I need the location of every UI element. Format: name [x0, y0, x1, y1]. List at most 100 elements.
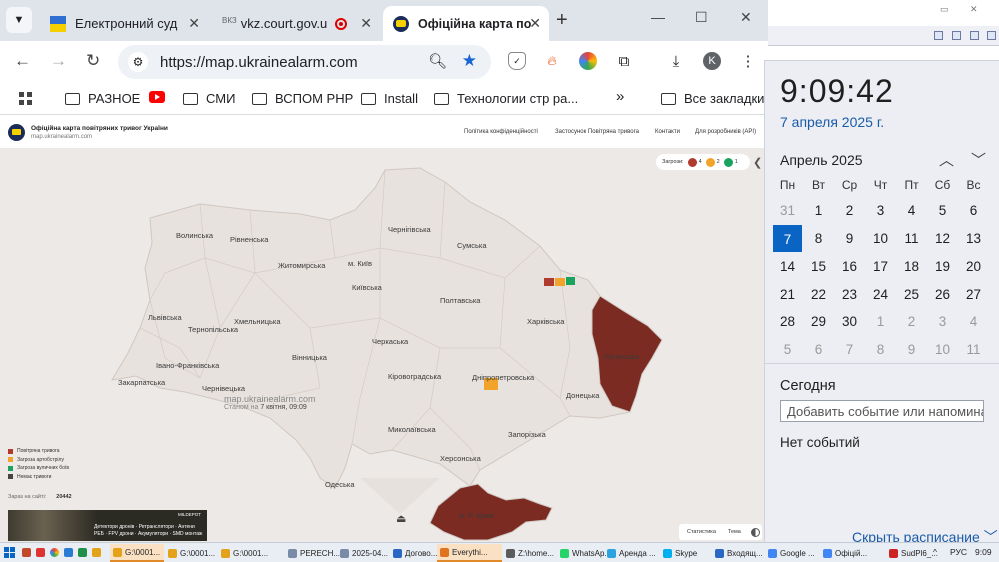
folder-pinned-icon[interactable]: [92, 548, 101, 557]
calendar-day[interactable]: 13: [958, 231, 989, 246]
taskbar-button[interactable]: PERECH...: [285, 544, 340, 562]
tab-search-button[interactable]: ▼: [6, 7, 32, 33]
region-label[interactable]: Дніпропетровська: [472, 373, 535, 382]
tab-close-icon[interactable]: ✕: [188, 15, 200, 32]
view-icon[interactable]: [987, 31, 996, 40]
bg-minimize-icon[interactable]: ▭: [940, 4, 949, 15]
region-label[interactable]: Київська: [352, 283, 383, 292]
reload-icon[interactable]: ↻: [86, 51, 100, 71]
taskbar-button[interactable]: Аренда ...: [604, 544, 659, 562]
region-label[interactable]: Чернігівська: [388, 225, 432, 234]
downloads-icon[interactable]: ⤓: [667, 52, 685, 70]
chevron-down-icon[interactable]: ﹀: [971, 149, 986, 170]
more-bookmarks-chevron[interactable]: »: [616, 88, 624, 105]
new-tab-button[interactable]: +: [556, 9, 568, 32]
site-info-icon[interactable]: ⚙: [128, 52, 148, 72]
calendar-day[interactable]: 2: [834, 203, 865, 218]
view-icon[interactable]: [952, 31, 961, 40]
language-indicator[interactable]: РУС: [950, 547, 967, 557]
calendar-day-other-month[interactable]: 2: [896, 314, 927, 329]
calendar-day-other-month[interactable]: 31: [772, 203, 803, 218]
calendar-day-other-month[interactable]: 7: [834, 342, 865, 357]
chevron-up-icon[interactable]: ︿: [939, 149, 954, 170]
taskbar-button[interactable]: 2025-04...: [337, 544, 389, 562]
fighting-marker-kharkiv[interactable]: [566, 277, 575, 285]
calendar-day-other-month[interactable]: 11: [958, 342, 989, 357]
threats-summary[interactable]: Загрози: 4 2 1: [656, 154, 750, 170]
profile-avatar[interactable]: K: [703, 52, 721, 70]
region-label[interactable]: Херсонська: [440, 454, 482, 463]
taskbar-clock[interactable]: 9:09: [975, 547, 992, 557]
region-label[interactable]: Житомирська: [278, 261, 326, 270]
calendar-day[interactable]: 23: [834, 287, 865, 302]
calendar-day-other-month[interactable]: 9: [896, 342, 927, 357]
calendar-day[interactable]: 14: [772, 259, 803, 274]
region-label[interactable]: Львівська: [148, 313, 182, 322]
calendar-day[interactable]: 30: [834, 314, 865, 329]
url-text[interactable]: https://map.ukrainealarm.com: [160, 54, 358, 71]
calendar-day-today[interactable]: 7: [775, 227, 800, 252]
tab-close-icon[interactable]: ✕: [529, 15, 541, 32]
region-label[interactable]: Рівненська: [230, 235, 269, 244]
calendar-day[interactable]: 6: [958, 203, 989, 218]
nav-privacy-link[interactable]: Політика конфіденційності: [464, 129, 538, 135]
calendar-day[interactable]: 16: [834, 259, 865, 274]
pinned-app-icon[interactable]: [22, 548, 31, 557]
taskbar-button[interactable]: Офіцій...: [820, 544, 880, 562]
calendar-day[interactable]: 21: [772, 287, 803, 302]
panel-collapse-icon[interactable]: ❮: [753, 156, 762, 169]
bookmark-folder-vspom[interactable]: ВСПОМ РНР: [252, 91, 353, 106]
bookmark-folder-install[interactable]: Install: [361, 91, 418, 106]
taskbar-button[interactable]: Google ...: [765, 544, 819, 562]
calendar-day[interactable]: 27: [958, 287, 989, 302]
bg-close-icon[interactable]: ✕: [970, 4, 978, 15]
calendar-day[interactable]: 20: [958, 259, 989, 274]
stats-link[interactable]: Статистика: [687, 529, 716, 535]
pinned-app-icon[interactable]: [78, 548, 87, 557]
theme-toggle-icon[interactable]: [750, 527, 760, 537]
taskbar-button[interactable]: G:\0001...: [165, 544, 217, 562]
tab-alarm-map[interactable]: Офіційна карта по ✕: [383, 6, 549, 41]
ad-banner[interactable]: MILDEPOT Детектори дронів · Ретранслятор…: [8, 510, 207, 541]
shelling-marker-kharkiv[interactable]: [555, 278, 565, 286]
calendar-day[interactable]: 8: [803, 231, 834, 246]
close-window-button[interactable]: ✕: [740, 9, 752, 26]
calendar-day[interactable]: 12: [927, 231, 958, 246]
region-label[interactable]: Вінницька: [292, 353, 328, 362]
calendar-day[interactable]: 4: [896, 203, 927, 218]
calendar-day[interactable]: 29: [803, 314, 834, 329]
region-label[interactable]: Луганська: [604, 352, 640, 361]
calendar-day[interactable]: 25: [896, 287, 927, 302]
extensions-puzzle-icon[interactable]: ⧉: [615, 52, 633, 70]
bookmark-folder-smi[interactable]: СМИ: [183, 91, 235, 106]
site-logo[interactable]: [8, 124, 25, 141]
tab-electronic-court[interactable]: Електронний суд ✕: [40, 6, 208, 41]
alarm-marker-kharkiv[interactable]: [544, 278, 554, 286]
region-label[interactable]: Хмельницька: [234, 317, 281, 326]
calendar-day[interactable]: 28: [772, 314, 803, 329]
add-event-input[interactable]: Добавить событие или напомина: [780, 400, 984, 422]
calendar-day[interactable]: 18: [896, 259, 927, 274]
taskbar-button[interactable]: G:\0001...: [110, 544, 164, 562]
region-label[interactable]: Полтавська: [440, 296, 481, 305]
shield-extension-icon[interactable]: ✓: [508, 52, 526, 70]
region-label[interactable]: Тернопільська: [188, 325, 239, 334]
youtube-bookmark[interactable]: [149, 91, 165, 103]
taskbar-button[interactable]: Everythi...: [437, 544, 502, 562]
nav-contacts-link[interactable]: Контакти: [655, 129, 680, 135]
minimize-button[interactable]: —: [651, 9, 665, 25]
region-label[interactable]: Івано-Франківська: [156, 361, 220, 370]
bookmark-star-icon[interactable]: ★: [462, 51, 477, 71]
calendar-day-other-month[interactable]: 1: [865, 314, 896, 329]
calendar-day-other-month[interactable]: 8: [865, 342, 896, 357]
region-label[interactable]: Волинська: [176, 231, 214, 240]
tab-close-icon[interactable]: ✕: [360, 15, 372, 32]
nav-app-link[interactable]: Застосунок Повітряна тривога: [555, 129, 639, 135]
calendar-day-other-month[interactable]: 5: [772, 342, 803, 357]
calendar-day[interactable]: 26: [927, 287, 958, 302]
calendar-day-other-month[interactable]: 3: [927, 314, 958, 329]
apps-grid-icon[interactable]: [19, 92, 32, 105]
region-label[interactable]: Кіровоградська: [388, 372, 442, 381]
taskbar-button[interactable]: Догово...: [390, 544, 437, 562]
view-icon[interactable]: [970, 31, 979, 40]
